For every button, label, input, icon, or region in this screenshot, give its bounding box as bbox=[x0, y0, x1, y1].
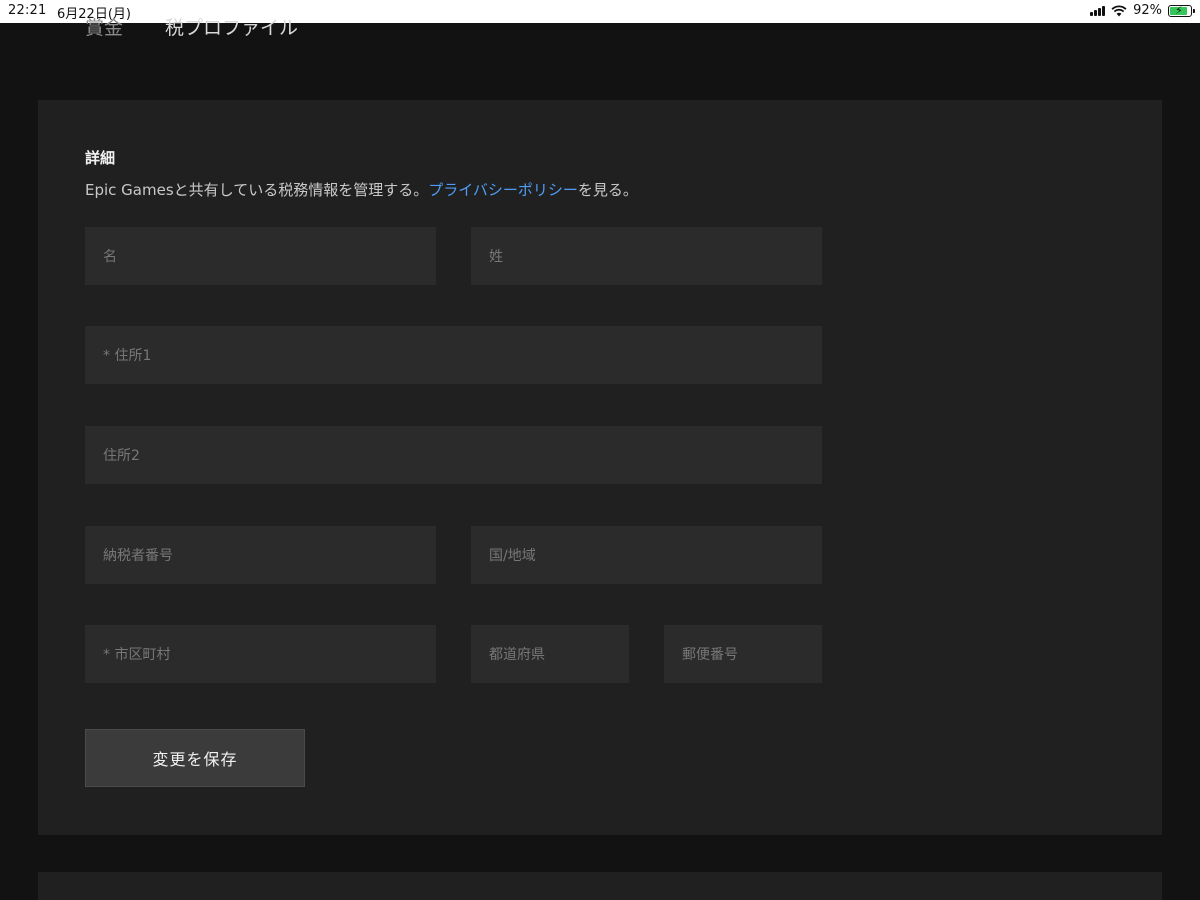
address1-placeholder: * 住所1 bbox=[103, 348, 152, 364]
wifi-icon bbox=[1111, 4, 1127, 16]
address2-field[interactable]: 住所2 bbox=[85, 426, 822, 484]
tab-rewards[interactable]: 賞金 bbox=[85, 13, 123, 40]
battery-percent: 92% bbox=[1133, 3, 1162, 18]
postal-code-field[interactable]: 郵便番号 bbox=[664, 625, 822, 683]
section-description: Epic Gamesと共有している税務情報を管理する。プライバシーポリシーを見る… bbox=[85, 179, 638, 200]
prefecture-field[interactable]: 都道府県 bbox=[471, 625, 629, 683]
postal-code-placeholder: 郵便番号 bbox=[682, 647, 738, 663]
country-placeholder: 国/地域 bbox=[489, 548, 536, 564]
cellular-signal-icon bbox=[1090, 5, 1106, 16]
address2-placeholder: 住所2 bbox=[103, 448, 140, 464]
taxpayer-number-placeholder: 納税者番号 bbox=[103, 548, 173, 564]
address1-field[interactable]: * 住所1 bbox=[85, 326, 822, 384]
header-tabs: 賞金 税プロファイル bbox=[0, 17, 1200, 100]
first-name-field[interactable]: 名 bbox=[85, 227, 436, 285]
battery-icon: ⚡ bbox=[1168, 3, 1195, 17]
section-title: 詳細 bbox=[85, 149, 116, 167]
privacy-policy-link[interactable]: プライバシーポリシー bbox=[428, 181, 578, 199]
country-field[interactable]: 国/地域 bbox=[471, 526, 822, 584]
city-field[interactable]: * 市区町村 bbox=[85, 625, 436, 683]
tab-tax-profile[interactable]: 税プロファイル bbox=[165, 13, 298, 40]
charging-bolt-icon: ⚡ bbox=[1175, 3, 1183, 17]
save-changes-button[interactable]: 変更を保存 bbox=[85, 729, 305, 787]
first-name-placeholder: 名 bbox=[103, 249, 117, 265]
prefecture-placeholder: 都道府県 bbox=[489, 647, 545, 663]
next-card bbox=[38, 872, 1162, 900]
description-suffix: を見る。 bbox=[577, 181, 638, 199]
description-text: Epic Gamesと共有している税務情報を管理する。 bbox=[85, 181, 429, 199]
city-placeholder: * 市区町村 bbox=[103, 647, 171, 663]
status-time: 22:21 bbox=[8, 3, 47, 18]
details-card: 詳細 Epic Gamesと共有している税務情報を管理する。プライバシーポリシー… bbox=[38, 100, 1162, 835]
last-name-placeholder: 姓 bbox=[489, 249, 503, 265]
status-indicators: 92% ⚡ bbox=[1090, 3, 1195, 18]
last-name-field[interactable]: 姓 bbox=[471, 227, 822, 285]
taxpayer-number-field[interactable]: 納税者番号 bbox=[85, 526, 436, 584]
